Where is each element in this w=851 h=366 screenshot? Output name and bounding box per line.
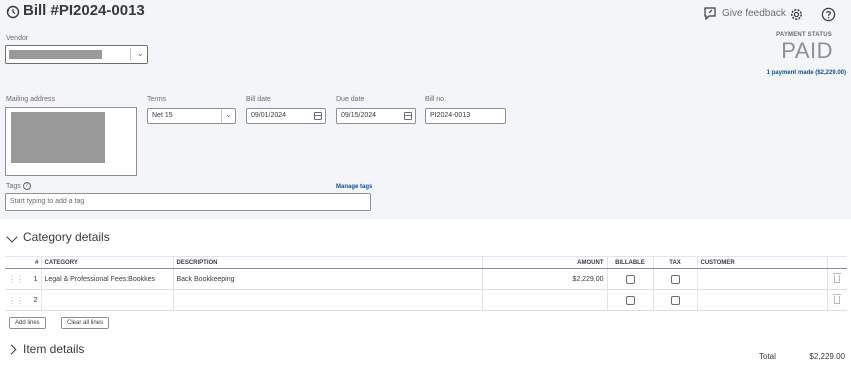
table-row[interactable]: ⋮⋮ 2 — [5, 289, 847, 311]
terms-label: Terms — [147, 96, 167, 103]
mailing-address-label: Mailing address — [6, 96, 56, 103]
calendar-icon[interactable] — [314, 112, 322, 120]
chevron-down-icon: ⌄ — [136, 48, 144, 58]
delete-cell — [827, 268, 847, 290]
total-label: Total — [759, 352, 776, 361]
billable-cell — [607, 289, 654, 311]
drag-col-header — [5, 256, 27, 269]
description-cell[interactable] — [173, 289, 483, 311]
calendar-icon[interactable] — [404, 112, 412, 120]
description-cell[interactable]: Back Bookkeeping — [173, 268, 483, 290]
tags-placeholder: Start typing to add a tag — [10, 198, 85, 205]
amount-cell[interactable] — [482, 289, 608, 311]
tax-checkbox[interactable] — [670, 274, 680, 284]
amount-cell[interactable]: $2,229.00 — [482, 268, 608, 290]
customer-cell[interactable] — [697, 289, 828, 311]
info-icon[interactable]: ? — [22, 182, 31, 190]
give-feedback-label: Give feedback — [722, 8, 786, 19]
vendor-label: Vendor — [6, 35, 29, 42]
clear-all-lines-button[interactable]: Clear all lines — [61, 317, 110, 329]
category-details-title[interactable]: Category details — [23, 230, 110, 244]
gear-icon[interactable] — [789, 7, 804, 22]
total-value: $2,229.00 — [809, 352, 845, 361]
bill-date-input[interactable]: 09/01/2024 — [246, 108, 326, 124]
terms-value: Net 15 — [152, 112, 173, 119]
col-category: CATEGORY — [41, 256, 174, 269]
terms-select[interactable]: Net 15 ⌄ — [147, 108, 236, 124]
tax-cell — [653, 289, 698, 311]
drag-handle-icon: ⋮⋮ — [8, 295, 24, 305]
bill-no-input[interactable]: PI2024-0013 — [425, 108, 506, 124]
col-customer: CUSTOMER — [697, 256, 828, 269]
payment-made-link[interactable]: 1 payment made ($2,229.00) — [767, 70, 846, 76]
delete-cell — [827, 289, 847, 311]
tags-input[interactable]: Start typing to add a tag — [5, 193, 371, 211]
bill-date-value: 09/01/2024 — [251, 112, 287, 119]
manage-tags-link[interactable]: Manage tags — [336, 184, 372, 190]
help-icon[interactable] — [821, 7, 836, 22]
col-billable: BILLABLE — [607, 256, 654, 269]
due-date-value: 09/15/2024 — [341, 112, 377, 119]
item-details-title[interactable]: Item details — [23, 342, 84, 356]
tax-checkbox[interactable] — [670, 295, 680, 305]
vendor-redacted — [9, 50, 102, 59]
bill-no-label: Bill no. — [425, 96, 447, 103]
customer-cell[interactable] — [697, 268, 828, 290]
tags-label-wrap: Tags? — [6, 182, 31, 190]
chevron-down-icon[interactable] — [6, 231, 18, 243]
category-cell[interactable]: Legal & Professional Fees:Bookkes — [41, 268, 174, 290]
chevron-down-icon: ⌄ — [225, 110, 232, 119]
col-amount: AMOUNT — [482, 256, 608, 269]
billable-checkbox[interactable] — [625, 295, 635, 305]
history-icon[interactable] — [6, 5, 20, 19]
table-header-row: # CATEGORY DESCRIPTION AMOUNT BILLABLE T… — [5, 256, 847, 269]
give-feedback-button[interactable]: Give feedback — [703, 7, 786, 20]
billable-checkbox[interactable] — [625, 274, 635, 284]
col-tax: TAX — [653, 256, 698, 269]
due-date-label: Due date — [336, 96, 365, 103]
mailing-address-redacted — [11, 112, 105, 163]
bill-date-label: Bill date — [246, 96, 271, 103]
category-cell[interactable] — [41, 289, 174, 311]
table-row[interactable]: ⋮⋮ 1 Legal & Professional Fees:Bookkes B… — [5, 268, 847, 290]
divider — [221, 110, 222, 122]
row-number: 2 — [27, 289, 42, 311]
payment-status-value: PAID — [781, 38, 833, 63]
vendor-select[interactable]: ⌄ — [5, 45, 148, 64]
drag-handle-icon: ⋮⋮ — [8, 274, 24, 284]
mailing-address-field[interactable] — [5, 107, 137, 176]
chevron-right-icon[interactable] — [6, 344, 17, 355]
tax-cell — [653, 268, 698, 290]
bill-no-value: PI2024-0013 — [430, 112, 471, 119]
drag-handle[interactable]: ⋮⋮ — [5, 289, 27, 311]
trash-icon[interactable] — [833, 294, 842, 304]
row-number: 1 — [27, 268, 42, 290]
trash-icon[interactable] — [833, 273, 842, 283]
due-date-input[interactable]: 09/15/2024 — [336, 108, 416, 124]
col-description: DESCRIPTION — [173, 256, 483, 269]
drag-handle[interactable]: ⋮⋮ — [5, 268, 27, 290]
category-table: # CATEGORY DESCRIPTION AMOUNT BILLABLE T… — [5, 256, 847, 311]
tags-label: Tags — [6, 182, 21, 190]
add-lines-button[interactable]: Add lines — [9, 317, 46, 329]
feedback-icon — [704, 7, 716, 20]
divider — [130, 48, 131, 61]
col-number: # — [27, 256, 42, 269]
billable-cell — [607, 268, 654, 290]
page-title: Bill #PI2024-0013 — [23, 2, 145, 19]
delete-col-header — [827, 256, 847, 269]
